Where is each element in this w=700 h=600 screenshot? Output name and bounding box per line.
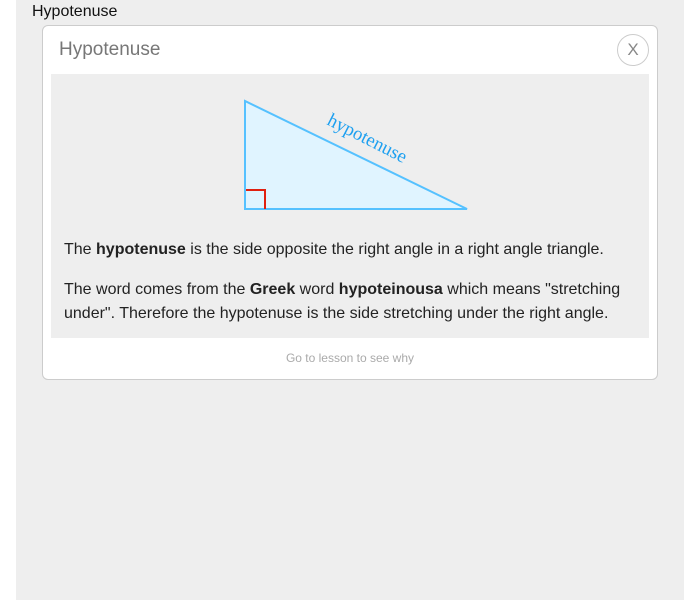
definition-card: Hypotenuse X hypotenuse The hypotenuse i…	[42, 25, 658, 380]
card-title: Hypotenuse	[59, 39, 161, 60]
lesson-link[interactable]: Go to lesson to see why	[43, 351, 657, 365]
triangle	[244, 99, 468, 210]
paragraph-etymology: The word comes from the Greek word hypot…	[64, 281, 621, 322]
close-button[interactable]: X	[617, 34, 649, 66]
card-content: hypotenuse The hypotenuse is the side op…	[51, 74, 649, 338]
page-title: Hypotenuse	[32, 3, 118, 20]
paragraph-definition: The hypotenuse is the side opposite the …	[64, 241, 604, 258]
